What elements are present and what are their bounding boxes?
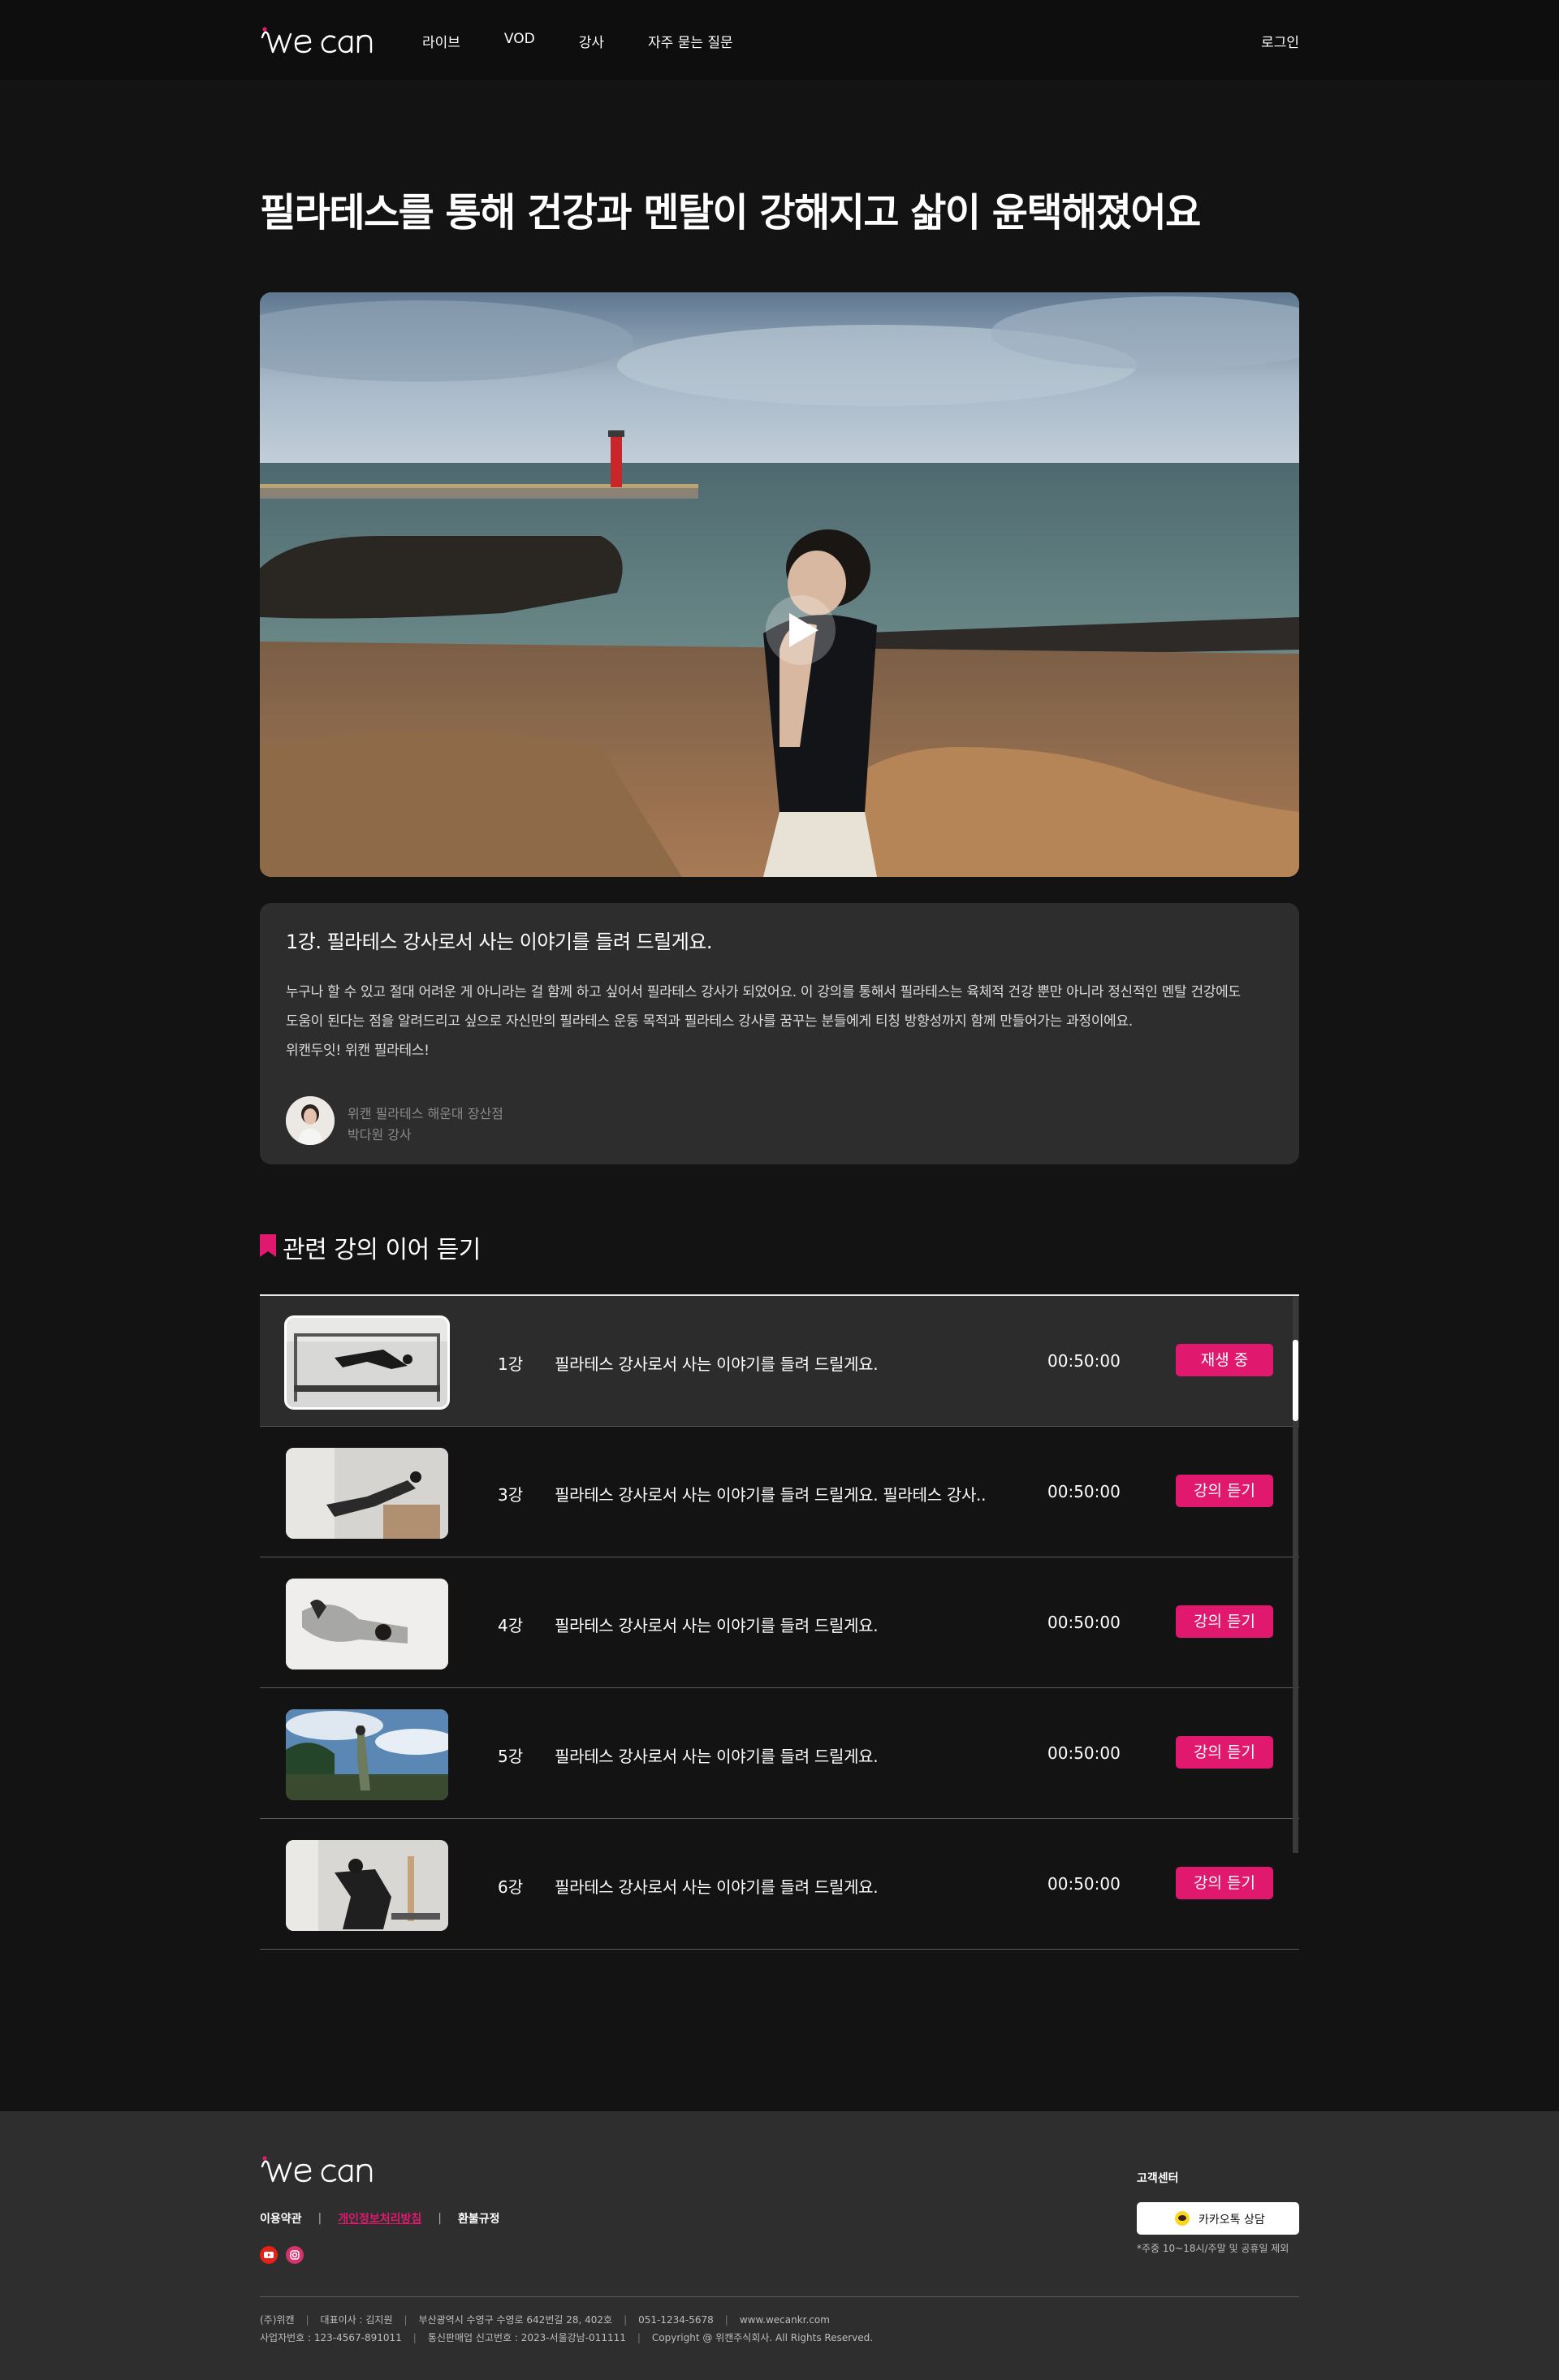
episode-duration: 00:50:00 (1047, 1743, 1121, 1763)
thumbnail-image (286, 1317, 448, 1408)
watch-lecture-button[interactable]: 강의 듣기 (1176, 1867, 1273, 1899)
logo-wordmark (261, 27, 373, 54)
footer-logo[interactable] (260, 2150, 380, 2189)
list-scrollbar-thumb[interactable] (1293, 1340, 1298, 1421)
play-icon (789, 613, 818, 647)
thumbnail-image (286, 1448, 448, 1539)
nav-faq[interactable]: 자주 묻는 질문 (648, 31, 733, 51)
episode-title: 필라테스 강사로서 사는 이야기를 들려 드릴게요. (555, 1747, 879, 1766)
phone: 051-1234-5678 (638, 2314, 714, 2326)
customer-center: 고객센터 카카오톡 상담 *주중 10~18시/주말 및 공휴일 제외 (1137, 2170, 1299, 2255)
business-number: 사업자번호 : 123-4567-891011 (260, 2332, 402, 2343)
company-info: (주)위캔 | 대표이사 : 김지원 | 부산광역시 수영구 수영로 642번길 28,… (260, 2311, 873, 2347)
thumbnail-image (286, 1709, 448, 1800)
thumbnail-image (286, 1579, 448, 1669)
thumbnail-image (286, 1840, 448, 1931)
watch-lecture-button[interactable]: 강의 듣기 (1176, 1736, 1273, 1769)
lecture-row[interactable]: 1강 필라테스 강사로서 사는 이야기를 들려 드릴게요. 00:50:00 재… (260, 1296, 1299, 1427)
lecture-thumbnail (284, 1315, 450, 1410)
video-player[interactable] (260, 292, 1299, 877)
teacher-name: 박다원 강사 (348, 1127, 412, 1142)
kakao-chat-button[interactable]: 카카오톡 상담 (1137, 2202, 1299, 2235)
lecture-row[interactable]: 5강 필라테스 강사로서 사는 이야기를 들려 드릴게요. 00:50:00 강… (260, 1688, 1299, 1819)
refund-policy-link[interactable]: 환불규정 (458, 2210, 500, 2227)
related-lecture-list: 1강 필라테스 강사로서 사는 이야기를 들려 드릴게요. 00:50:00 재… (260, 1294, 1299, 1950)
logo-wordmark (261, 2156, 373, 2183)
lecture-thumbnail (286, 1709, 448, 1800)
social-links (260, 2246, 304, 2264)
episode-title: 필라테스 강사로서 사는 이야기를 들려 드릴게요. (555, 1877, 879, 1897)
lecture-description: 누구나 할 수 있고 절대 어려운 게 아니라는 걸 함께 하고 싶어서 필라테… (286, 978, 1273, 1065)
copyright: Copyright @ 위캔주식회사. All Rights Reserved. (651, 2332, 874, 2343)
address: 부산광역시 수영구 수영로 642번길 28, 402호 (418, 2314, 613, 2326)
divider: | (317, 2212, 322, 2225)
company-info-line: 사업자번호 : 123-4567-891011 | 통신판매업 신고번호 : 202… (260, 2332, 874, 2343)
watch-lecture-button[interactable]: 강의 듣기 (1176, 1475, 1273, 1507)
episode-number: 4강 (498, 1616, 524, 1635)
instagram-glyph (290, 2250, 300, 2260)
play-button[interactable] (766, 595, 836, 665)
lecture-thumbnail (286, 1448, 448, 1539)
teacher-avatar (286, 1096, 335, 1145)
episode-duration: 00:50:00 (1047, 1874, 1121, 1894)
description-line: 위캔두잇! 위캔 필라테스! (286, 1043, 430, 1059)
episode-duration: 00:50:00 (1047, 1613, 1121, 1632)
site-footer: 이용약관 | 개인정보처리방침 | 환불규정 고객센터 카카오톡 상담 *주중 … (0, 2111, 1559, 2380)
episode-duration: 00:50:00 (1047, 1482, 1121, 1501)
footer-divider (260, 2296, 1299, 2297)
company-info-line: (주)위캔 | 대표이사 : 김지원 | 부산광역시 수영구 수영로 642번길 28,… (260, 2314, 830, 2326)
section-heading: 관련 강의 이어 듣기 (283, 1236, 481, 1264)
watch-lecture-button[interactable]: 강의 듣기 (1176, 1605, 1273, 1638)
site-header: 라이브 VOD 강사 자주 묻는 질문 로그인 (0, 0, 1559, 80)
episode-duration: 00:50:00 (1047, 1351, 1121, 1371)
nav-vod[interactable]: VOD (504, 31, 535, 51)
episode-title: 필라테스 강사로서 사는 이야기를 들려 드릴게요. 필라테스 강사.. (555, 1485, 987, 1505)
website: www.wecankr.com (739, 2314, 830, 2326)
teacher-branch: 위캔 필라테스 해운대 장산점 (348, 1106, 503, 1121)
page-title: 필라테스를 통해 건강과 멘탈이 강해지고 삶이 윤택해졌어요 (260, 190, 1201, 235)
ceo: 대표이사 : 김지원 (320, 2314, 393, 2326)
customer-center-title: 고객센터 (1137, 2172, 1179, 2185)
divider: | (438, 2212, 443, 2225)
nav-live[interactable]: 라이브 (422, 31, 460, 51)
episode-title: 필라테스 강사로서 사는 이야기를 들려 드릴게요. (555, 1354, 879, 1374)
ecommerce-registration: 통신판매업 신고번호 : 2023-서울강남-011111 (427, 2332, 626, 2343)
lecture-thumbnail (286, 1840, 448, 1931)
teacher-info[interactable]: 위캔 필라테스 해운대 장산점 박다원 강사 (286, 1096, 773, 1148)
customer-center-hours: *주중 10~18시/주말 및 공휴일 제외 (1137, 2243, 1289, 2254)
description-line: 도움이 된다는 점을 알려드리고 싶으로 자신만의 필라테스 운동 목적과 필라… (286, 1013, 1133, 1030)
lecture-title: 1강. 필라테스 강사로서 사는 이야기를 들려 드릴게요. (286, 931, 712, 953)
nav-instructors[interactable]: 강사 (579, 31, 604, 51)
description-line: 누구나 할 수 있고 절대 어려운 게 아니라는 걸 함께 하고 싶어서 필라테… (286, 984, 1241, 1000)
bookmark-icon (260, 1234, 276, 1257)
instagram-icon[interactable] (286, 2246, 304, 2264)
kakao-icon (1175, 2211, 1190, 2226)
company-name: (주)위캔 (260, 2314, 295, 2326)
login-link[interactable]: 로그인 (1261, 31, 1299, 51)
lecture-row[interactable]: 4강 필라테스 강사로서 사는 이야기를 들려 드릴게요. 00:50:00 강… (260, 1557, 1299, 1688)
episode-number: 1강 (498, 1354, 524, 1374)
lecture-row[interactable]: 3강 필라테스 강사로서 사는 이야기를 들려 드릴게요. 필라테스 강사.. … (260, 1427, 1299, 1557)
youtube-icon[interactable] (260, 2246, 278, 2264)
lecture-row[interactable]: 6강 필라테스 강사로서 사는 이야기를 들려 드릴게요. 00:50:00 강… (260, 1819, 1299, 1950)
avatar-image (286, 1096, 335, 1145)
youtube-glyph (264, 2252, 274, 2258)
episode-number: 6강 (498, 1877, 524, 1897)
episode-number: 5강 (498, 1747, 524, 1766)
terms-link[interactable]: 이용약관 (260, 2210, 302, 2227)
episode-number: 3강 (498, 1485, 524, 1505)
episode-title: 필라테스 강사로서 사는 이야기를 들려 드릴게요. (555, 1616, 879, 1635)
now-playing-button[interactable]: 재생 중 (1176, 1344, 1273, 1376)
wecan-logo[interactable] (260, 21, 380, 57)
privacy-policy-link[interactable]: 개인정보처리방침 (338, 2210, 421, 2227)
kakao-chat-label: 카카오톡 상담 (1198, 2214, 1265, 2227)
lecture-info-card: 1강. 필라테스 강사로서 사는 이야기를 들려 드릴게요. 누구나 할 수 있… (260, 903, 1299, 1164)
lecture-thumbnail (286, 1579, 448, 1669)
main-nav: 라이브 VOD 강사 자주 묻는 질문 (422, 31, 777, 51)
video-thumbnail (260, 292, 1299, 877)
footer-links: 이용약관 | 개인정보처리방침 | 환불규정 (260, 2210, 500, 2227)
